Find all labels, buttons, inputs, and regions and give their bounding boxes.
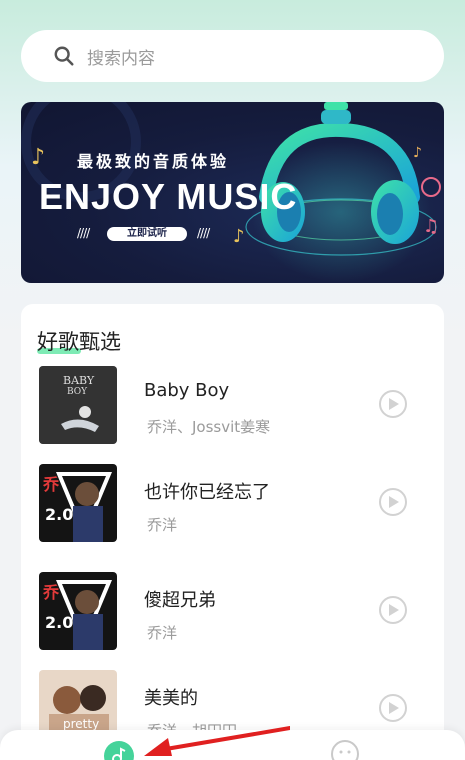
album-cover: BABY BOY [39, 366, 117, 444]
svg-text:乔: 乔 [42, 583, 60, 602]
play-icon [389, 496, 399, 508]
song-item[interactable]: 乔 2.0 傻超兄弟 乔洋 [21, 572, 444, 652]
promo-banner[interactable]: ♪ ♪ ♪ ♫ 最极致的音质体验 ENJOY MUSIC //// 立即试听 /… [21, 102, 444, 283]
svg-text:2.0: 2.0 [45, 613, 73, 632]
play-button[interactable] [379, 694, 407, 722]
song-artist: 乔洋 [147, 624, 178, 642]
svg-text:♪: ♪ [413, 145, 422, 161]
annotation-arrow-icon [144, 726, 290, 756]
play-icon [389, 702, 399, 714]
play-icon [389, 398, 399, 410]
song-item[interactable]: BABY BOY Baby Boy 乔洋、Jossvit姜寒 [21, 366, 444, 446]
play-button[interactable] [379, 390, 407, 418]
song-title: 也许你已经忘了 [144, 482, 270, 503]
search-bar[interactable]: 搜索内容 [21, 30, 444, 82]
song-item[interactable]: 乔 2.0 也许你已经忘了 乔洋 [21, 464, 444, 544]
search-placeholder: 搜索内容 [87, 48, 155, 69]
listen-now-button[interactable]: 立即试听 [107, 227, 187, 241]
svg-text:BABY: BABY [63, 374, 95, 387]
section-title: 好歌甄选 [37, 330, 121, 354]
banner-title: ENJOY MUSIC [39, 176, 298, 217]
decor-slashes-right: //// [197, 226, 210, 240]
banner-subtitle: 最极致的音质体验 [77, 152, 230, 171]
song-list-card: 好歌甄选 BABY BOY Baby Boy 乔洋、Jossvit姜寒 乔 2.… [21, 304, 444, 760]
svg-text:♪: ♪ [233, 226, 245, 247]
tab-profile[interactable] [331, 740, 359, 760]
svg-text:乔: 乔 [42, 475, 60, 494]
svg-text:♫: ♫ [423, 216, 439, 237]
play-icon [389, 604, 399, 616]
play-button[interactable] [379, 488, 407, 516]
song-artist: 乔洋 [147, 516, 178, 534]
play-button[interactable] [379, 596, 407, 624]
svg-text:♪: ♪ [31, 145, 45, 170]
song-title: 傻超兄弟 [144, 590, 216, 611]
svg-text:2.0: 2.0 [45, 505, 73, 524]
album-cover: 乔 2.0 [39, 572, 117, 650]
svg-text:BOY: BOY [67, 387, 88, 397]
face-icon [339, 750, 351, 754]
song-title: 美美的 [144, 688, 198, 709]
decor-slashes-left: //// [77, 226, 90, 240]
album-cover: 乔 2.0 [39, 464, 117, 542]
song-artist: 乔洋、Jossvit姜寒 [147, 418, 271, 436]
search-icon [54, 46, 74, 66]
music-note-icon [112, 747, 126, 760]
song-title: Baby Boy [144, 380, 230, 401]
tab-music[interactable] [104, 741, 134, 760]
svg-text:pretty: pretty [63, 717, 99, 731]
